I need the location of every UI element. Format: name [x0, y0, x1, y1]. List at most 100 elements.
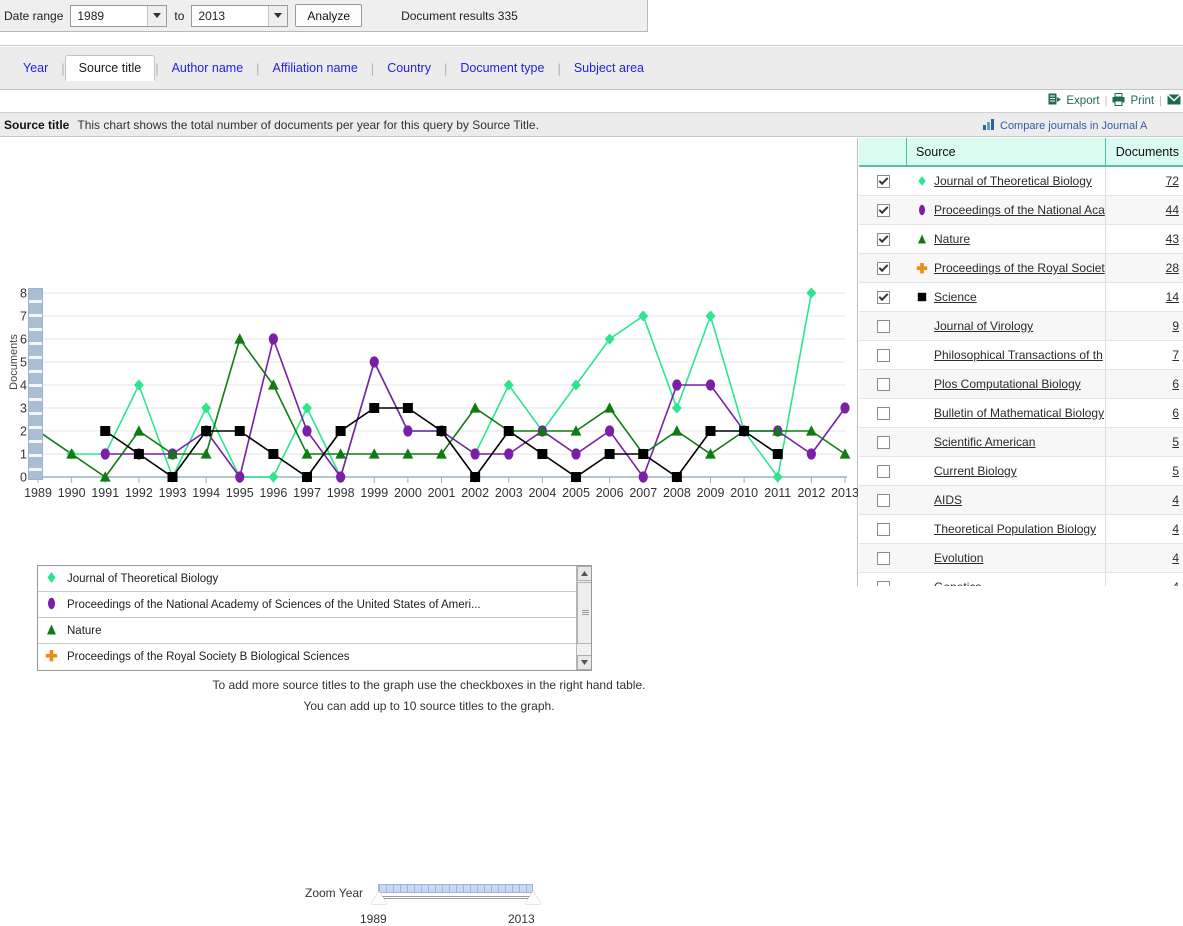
- row-checkbox[interactable]: [876, 232, 890, 246]
- row-checkbox[interactable]: [876, 261, 890, 275]
- data-point-diamond[interactable]: [133, 379, 144, 391]
- data-point-ellipse[interactable]: [672, 379, 682, 391]
- data-point-diamond[interactable]: [671, 402, 682, 414]
- data-point-triangle[interactable]: [604, 402, 616, 413]
- table-row[interactable]: Genetics 4: [859, 573, 1183, 586]
- data-point-square[interactable]: [638, 449, 649, 459]
- data-point-square[interactable]: [571, 472, 581, 482]
- from-year-select[interactable]: 1989: [70, 4, 168, 27]
- source-link[interactable]: Current Biology: [934, 464, 1017, 478]
- source-link[interactable]: Journal of Theoretical Biology: [934, 174, 1092, 188]
- data-point-square[interactable]: [671, 472, 682, 482]
- source-link[interactable]: AIDS: [934, 493, 962, 507]
- row-checkbox[interactable]: [876, 319, 890, 333]
- data-point-square[interactable]: [167, 472, 178, 482]
- source-link[interactable]: Scientific American: [934, 435, 1035, 449]
- data-point-square[interactable]: [133, 449, 144, 459]
- data-point-square[interactable]: [302, 472, 312, 482]
- tab-subject-area[interactable]: Subject area: [561, 61, 657, 75]
- vertical-zoom-slider[interactable]: [28, 288, 43, 480]
- print-icon[interactable]: [1112, 93, 1125, 109]
- data-point-diamond[interactable]: [201, 402, 212, 414]
- source-link[interactable]: Nature: [934, 232, 970, 246]
- documents-count-link[interactable]: 44: [1166, 203, 1179, 217]
- data-point-diamond[interactable]: [302, 402, 312, 414]
- data-point-ellipse[interactable]: [302, 425, 312, 437]
- tab-source-title[interactable]: Source title: [64, 55, 156, 81]
- data-point-ellipse[interactable]: [504, 448, 514, 460]
- source-link[interactable]: Proceedings of the National Aca: [934, 203, 1105, 217]
- documents-count-link[interactable]: 28: [1166, 261, 1179, 275]
- data-point-ellipse[interactable]: [638, 471, 648, 483]
- row-checkbox[interactable]: [876, 464, 890, 478]
- zoom-year-handle-right[interactable]: [525, 891, 541, 904]
- tab-author-name[interactable]: Author name: [159, 61, 257, 75]
- row-checkbox[interactable]: [876, 551, 890, 565]
- compare-journals-link[interactable]: Compare journals in Journal A: [983, 113, 1183, 138]
- source-link[interactable]: Genetics: [934, 580, 981, 586]
- source-link[interactable]: Theoretical Population Biology: [934, 522, 1096, 536]
- data-point-triangle[interactable]: [469, 402, 481, 413]
- data-point-ellipse[interactable]: [806, 448, 816, 460]
- data-point-ellipse[interactable]: [840, 402, 850, 414]
- data-point-square[interactable]: [268, 449, 279, 459]
- source-link[interactable]: Proceedings of the Royal Societ: [934, 261, 1105, 275]
- data-point-diamond[interactable]: [705, 310, 716, 322]
- legend-item[interactable]: Nature: [38, 618, 591, 644]
- zoom-year-track[interactable]: [378, 884, 533, 893]
- data-point-ellipse[interactable]: [705, 379, 716, 391]
- data-point-diamond[interactable]: [806, 287, 817, 299]
- table-row[interactable]: Nature 43: [859, 225, 1183, 254]
- row-checkbox[interactable]: [876, 348, 890, 362]
- scroll-down-arrow-icon[interactable]: [577, 655, 591, 670]
- documents-count-link[interactable]: 4: [1172, 493, 1179, 507]
- data-point-square[interactable]: [369, 403, 380, 413]
- row-checkbox[interactable]: [876, 377, 890, 391]
- table-row[interactable]: AIDS 4: [859, 486, 1183, 515]
- documents-count-link[interactable]: 43: [1166, 232, 1179, 246]
- chevron-down-icon[interactable]: [268, 5, 288, 26]
- table-row[interactable]: Bulletin of Mathematical Biology 6: [859, 399, 1183, 428]
- documents-count-link[interactable]: 14: [1166, 290, 1179, 304]
- data-point-ellipse[interactable]: [336, 471, 346, 483]
- table-row[interactable]: Current Biology 5: [859, 457, 1183, 486]
- export-icon[interactable]: [1048, 93, 1062, 109]
- data-point-square[interactable]: [772, 449, 783, 459]
- row-checkbox[interactable]: [876, 174, 890, 188]
- data-point-diamond[interactable]: [638, 310, 649, 322]
- documents-count-link[interactable]: 7: [1172, 348, 1179, 362]
- data-point-triangle[interactable]: [839, 448, 851, 459]
- row-checkbox[interactable]: [876, 435, 890, 449]
- source-link[interactable]: Bulletin of Mathematical Biology: [934, 406, 1104, 420]
- table-row[interactable]: Proceedings of the National Aca 44: [859, 196, 1183, 225]
- row-checkbox[interactable]: [876, 406, 890, 420]
- data-point-square[interactable]: [604, 449, 615, 459]
- zoom-year-handle-left[interactable]: [371, 891, 387, 904]
- legend-item[interactable]: Proceedings of the National Academy of S…: [38, 592, 591, 618]
- source-link[interactable]: Science: [934, 290, 977, 304]
- data-point-square[interactable]: [705, 426, 716, 436]
- row-checkbox[interactable]: [876, 290, 890, 304]
- data-point-square[interactable]: [335, 426, 346, 436]
- data-point-ellipse[interactable]: [369, 356, 379, 368]
- to-year-select[interactable]: 2013: [191, 4, 289, 27]
- legend-item[interactable]: Journal of Theoretical Biology: [38, 566, 591, 592]
- print-link[interactable]: Print: [1130, 95, 1154, 107]
- data-point-ellipse[interactable]: [268, 333, 278, 345]
- data-point-diamond[interactable]: [268, 471, 279, 483]
- documents-count-link[interactable]: 5: [1172, 435, 1179, 449]
- data-point-ellipse[interactable]: [605, 425, 615, 437]
- tab-country[interactable]: Country: [374, 61, 444, 75]
- legend-scrollbar[interactable]: [576, 566, 591, 670]
- data-point-triangle[interactable]: [133, 425, 145, 436]
- data-point-ellipse[interactable]: [100, 448, 110, 460]
- data-point-square[interactable]: [537, 449, 548, 459]
- table-row[interactable]: Science 14: [859, 283, 1183, 312]
- data-point-ellipse[interactable]: [235, 471, 245, 483]
- source-link[interactable]: Journal of Virology: [934, 319, 1033, 333]
- table-row[interactable]: Journal of Theoretical Biology 72: [859, 167, 1183, 196]
- table-row[interactable]: Evolution 4: [859, 544, 1183, 573]
- chart-legend-list[interactable]: Journal of Theoretical Biology Proceeding…: [37, 565, 592, 671]
- data-point-triangle[interactable]: [671, 425, 683, 436]
- documents-count-link[interactable]: 6: [1172, 406, 1179, 420]
